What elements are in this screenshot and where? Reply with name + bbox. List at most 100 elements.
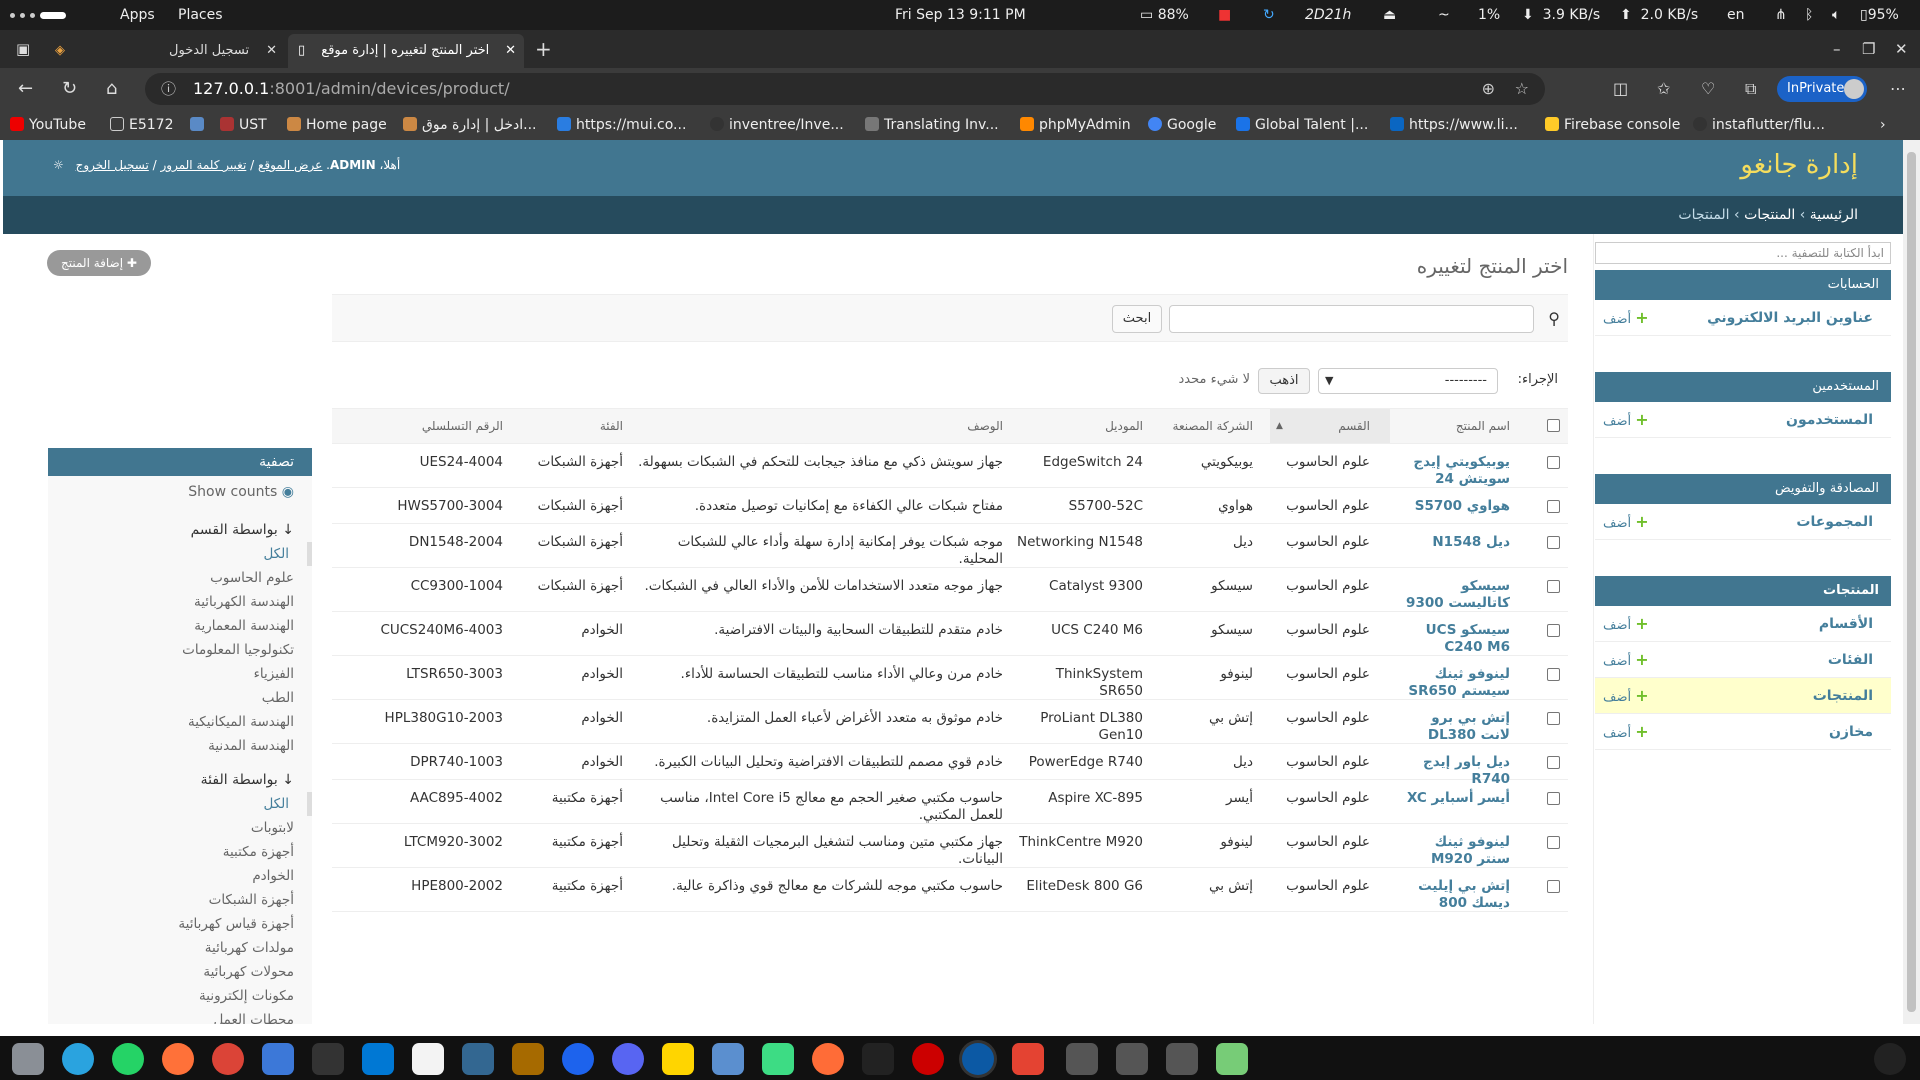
row-checkbox[interactable] — [1547, 836, 1560, 854]
files-icon[interactable] — [12, 1043, 44, 1075]
bookmark-unknown-icon[interactable] — [190, 110, 209, 140]
app-caption[interactable]: المصادقة والتفويض — [1595, 474, 1891, 504]
inprivate-badge[interactable]: InPrivate — [1777, 76, 1867, 102]
battery-status[interactable]: ▯95% — [1860, 0, 1899, 30]
row-checkbox[interactable] — [1547, 624, 1560, 642]
postgres-icon[interactable] — [462, 1043, 494, 1075]
zoom-icon[interactable]: ⊕ — [1482, 73, 1495, 105]
postman-icon[interactable] — [812, 1043, 844, 1075]
filter-option[interactable]: محولات كهربائية — [48, 960, 312, 984]
volume-icon[interactable]: 🔈︎ — [1832, 0, 1840, 30]
add-link[interactable]: + أضف — [1603, 678, 1649, 716]
close-tab-icon[interactable]: ✕ — [266, 34, 277, 68]
search-button[interactable]: ابحث — [1112, 305, 1162, 333]
scrollbar-thumb[interactable] — [1907, 152, 1916, 1012]
filter-option[interactable]: الخوادم — [48, 864, 312, 888]
row-checkbox[interactable] — [1547, 536, 1560, 554]
col-manufacturer[interactable]: الشركة المصنعة — [1173, 409, 1253, 443]
add-link[interactable]: + أضف — [1603, 642, 1649, 680]
whatsapp-icon[interactable] — [112, 1043, 144, 1075]
change-password-link[interactable]: تغيير كلمة المرور — [160, 158, 246, 172]
show-apps-icon[interactable] — [1874, 1043, 1906, 1075]
product-link[interactable]: إتش بي إيليت ديسك 800 — [1418, 878, 1510, 911]
add-link[interactable]: + أضف — [1603, 504, 1649, 542]
bookmark-translating[interactable]: Translating Inv... — [865, 110, 999, 140]
action-select[interactable]: --------- ▼ — [1318, 368, 1498, 394]
edge-icon[interactable] — [962, 1043, 994, 1075]
bookmark-inventree[interactable]: inventree/Inve... — [710, 110, 844, 140]
filter-option[interactable]: الهندسة الكهربائية — [48, 590, 312, 614]
keyboard-layout[interactable]: en — [1727, 0, 1745, 30]
product-link[interactable]: سيسكو كاتاليست 9300 — [1406, 578, 1510, 611]
refresh-icon[interactable]: ↻ — [1263, 0, 1275, 30]
add-link[interactable]: + أضف — [1603, 606, 1649, 644]
row-checkbox[interactable] — [1547, 792, 1560, 810]
trash-icon[interactable] — [1216, 1043, 1248, 1075]
places-menu[interactable]: Places — [178, 0, 223, 30]
product-link[interactable]: أيسر أسباير XC — [1407, 790, 1510, 806]
filter-option[interactable]: الفيزياء — [48, 662, 312, 686]
model-link-departments[interactable]: الأقسام — [1819, 606, 1873, 642]
add-product-button[interactable]: ✚ إضافة المنتج — [47, 250, 151, 276]
filter-option[interactable]: الهندسة المدنية — [48, 734, 312, 758]
app-caption[interactable]: المستخدمين — [1595, 372, 1891, 402]
filter-heading-category[interactable]: ↓ بواسطة الفئة — [48, 758, 312, 792]
row-checkbox[interactable] — [1547, 712, 1560, 730]
product-link[interactable]: إتش بي برو لانت DL380 — [1428, 710, 1510, 743]
app-caption[interactable]: المنتجات — [1595, 576, 1891, 606]
filter-option[interactable]: الكل — [48, 542, 312, 566]
app-caption[interactable]: الحسابات — [1595, 270, 1891, 300]
add-link[interactable]: + أضف — [1603, 300, 1649, 338]
bookmark-global-talent[interactable]: Global Talent |... — [1236, 110, 1368, 140]
network-icon[interactable]: ⋔ — [1775, 0, 1787, 30]
filter-option[interactable]: الهندسة المعمارية — [48, 614, 312, 638]
tab-actions-icon[interactable]: ▣ — [16, 30, 30, 68]
notes-icon[interactable] — [412, 1043, 444, 1075]
home-icon[interactable]: ⌂ — [106, 68, 117, 110]
col-department[interactable]: القسم ▲ — [1270, 409, 1390, 443]
show-counts-link[interactable]: ◉ Show counts — [48, 476, 312, 508]
extensions-icon[interactable]: ⧉ — [1745, 68, 1756, 110]
product-link[interactable]: لينوفو ثينك سنتر M920 — [1431, 834, 1510, 867]
go-button[interactable]: اذهب — [1258, 368, 1310, 394]
site-brand[interactable]: إدارة جانغو — [1740, 150, 1858, 180]
filter-option[interactable]: علوم الحاسوب — [48, 566, 312, 590]
workspace-indicator[interactable] — [10, 0, 66, 30]
drive-icon[interactable] — [1166, 1043, 1198, 1075]
filter-option[interactable]: الهندسة الميكانيكية — [48, 710, 312, 734]
more-menu-icon[interactable]: ⋯ — [1890, 68, 1906, 110]
product-link[interactable]: هواوي S5700 — [1415, 498, 1510, 514]
select-all-checkbox[interactable] — [1547, 409, 1560, 443]
filter-option[interactable]: تكنولوجيا المعلومات — [48, 638, 312, 662]
add-link[interactable]: + أضف — [1603, 402, 1649, 440]
bluetooth-icon[interactable]: ᛒ — [1805, 0, 1813, 30]
row-checkbox[interactable] — [1547, 580, 1560, 598]
filter-option[interactable]: أجهزة الشبكات — [48, 888, 312, 912]
todoist-icon[interactable] — [1012, 1043, 1044, 1075]
row-checkbox[interactable] — [1547, 500, 1560, 518]
reload-icon[interactable]: ↻ — [62, 68, 77, 110]
bookmark-e5172[interactable]: E5172 — [110, 110, 173, 140]
filter-option[interactable]: أجهزة مكتبية — [48, 840, 312, 864]
product-link[interactable]: سيسكو UCS C240 M6 — [1426, 622, 1510, 655]
model-link-users[interactable]: المستخدمون — [1786, 402, 1873, 438]
terminal-icon[interactable] — [312, 1043, 344, 1075]
unity-icon[interactable] — [912, 1043, 944, 1075]
android-studio-icon[interactable] — [762, 1043, 794, 1075]
bookmark-mui[interactable]: https://mui.co... — [557, 110, 686, 140]
col-name[interactable]: اسم المنتج — [1456, 409, 1510, 443]
bookmarks-overflow-icon[interactable]: › — [1880, 110, 1886, 140]
breadcrumb-home[interactable]: الرئيسية — [1810, 207, 1858, 223]
page-scrollbar[interactable] — [1903, 140, 1920, 1024]
virtualbox-icon[interactable] — [712, 1043, 744, 1075]
drive-icon[interactable] — [1116, 1043, 1148, 1075]
bookmark-home-page[interactable]: Home page — [287, 110, 387, 140]
bookmark-google[interactable]: Google — [1148, 110, 1216, 140]
product-link[interactable]: لينوفو ثينك سيستم SR650 — [1408, 666, 1510, 699]
url-field[interactable]: ⓘ 127.0.0.1:8001/admin/devices/product/ … — [145, 73, 1545, 105]
add-link[interactable]: + أضف — [1603, 714, 1649, 752]
filter-option[interactable]: لابتوبات — [48, 816, 312, 840]
browser-essentials-icon[interactable]: ♡ — [1701, 68, 1715, 110]
loop-icon[interactable] — [862, 1043, 894, 1075]
row-checkbox[interactable] — [1547, 756, 1560, 774]
